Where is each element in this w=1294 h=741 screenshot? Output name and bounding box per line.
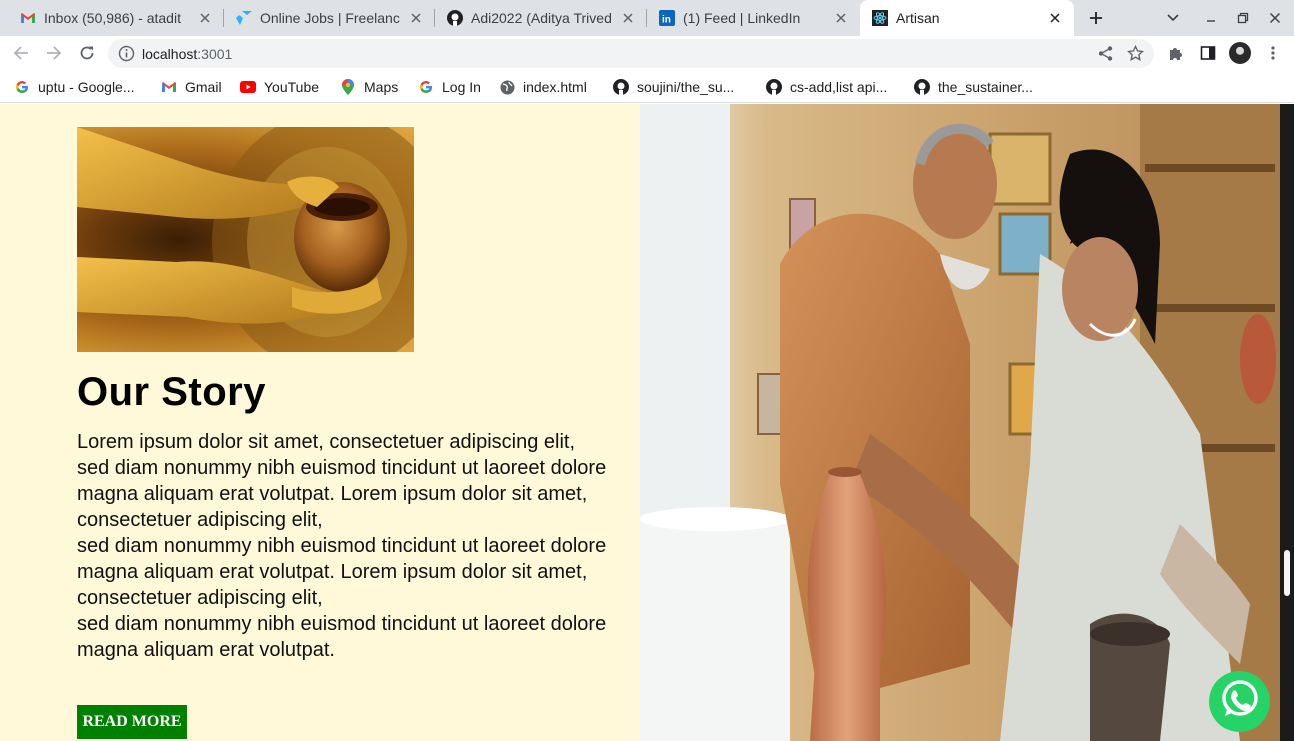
address-bar[interactable]: localhost:3001 [108,39,1154,68]
bookmark-label: the_sustainer... [938,79,1033,95]
our-story-section: Our Story Lorem ipsum dolor sit amet, co… [0,104,640,741]
github-icon [766,79,782,95]
story-paragraph: sed diam nonummy nibh euismod tincidunt … [77,613,607,661]
close-tab-icon[interactable] [407,9,425,27]
minimize-icon[interactable] [1200,7,1222,29]
close-tab-icon[interactable] [1046,9,1064,27]
github-icon [613,79,629,95]
youtube-icon [240,79,256,95]
maps-icon [340,79,356,95]
tab-freelancer[interactable]: Online Jobs | Freelanc [224,0,435,36]
tab-strip: Inbox (50,986) - atadit Online Jobs | Fr… [0,0,1294,36]
tab-title: Adi2022 (Aditya Trived [471,10,612,26]
scrollbar-thumb[interactable] [1284,550,1290,596]
close-tab-icon[interactable] [832,9,850,27]
gmail-icon [20,10,36,26]
whatsapp-icon [1217,676,1263,727]
google-icon [14,79,30,95]
bookmark-sustainer[interactable]: the_sustainer... [914,77,1033,97]
bookmark-uptu[interactable]: uptu - Google... [14,77,135,97]
close-tab-icon[interactable] [619,9,637,27]
artisans-photo [640,104,1280,741]
tab-artisan[interactable]: Artisan [860,0,1074,36]
github-icon [914,79,930,95]
reload-icon[interactable] [75,41,99,65]
bookmark-youtube[interactable]: YouTube [240,77,319,97]
story-paragraph: sed diam nonummy nibh euismod tincidunt … [77,535,607,609]
bookmark-label: Log In [442,79,481,95]
tab-title: Artisan [896,10,940,26]
read-more-button[interactable]: READ MORE [77,705,187,739]
freelancer-icon [236,10,252,26]
site-info-icon[interactable] [118,45,135,62]
story-paragraph: sed diam nonummy nibh euismod tincidunt … [77,457,607,531]
url-host: localhost [142,46,198,62]
page-viewport: Our Story Lorem ipsum dolor sit amet, co… [0,104,1294,741]
linkedin-icon: in [659,10,675,26]
bookmark-cs-add[interactable]: cs-add,list api... [766,77,887,97]
tab-title: (1) Feed | LinkedIn [683,10,801,26]
bookmark-maps[interactable]: Maps [340,77,398,97]
page-title: Our Story [77,370,266,414]
tab-gmail[interactable]: Inbox (50,986) - atadit [8,0,224,36]
bookmark-label: index.html [523,79,587,95]
bookmark-label: cs-add,list api... [790,79,888,95]
bookmark-label: uptu - Google... [38,79,135,95]
extensions-puzzle-icon[interactable] [1166,43,1186,63]
globe-icon [499,79,515,95]
tab-title: Inbox (50,986) - atadit [44,10,181,26]
bookmark-index[interactable]: index.html [499,77,587,97]
react-icon [872,10,888,26]
bookmark-gmail[interactable]: Gmail [161,77,222,97]
bookmark-label: soujini/the_su... [637,79,735,95]
side-panel-icon[interactable] [1198,43,1218,63]
bookmarks-bar: uptu - Google... Gmail YouTube Maps Log … [0,70,1294,103]
browser-toolbar: localhost:3001 [0,36,1294,70]
url-text: localhost:3001 [142,46,232,62]
new-tab-button[interactable] [1085,7,1107,29]
pottery-hands-image [77,127,414,352]
tab-linkedin[interactable]: in (1) Feed | LinkedIn [647,0,860,36]
tab-search-chevron-icon[interactable] [1162,7,1184,29]
bookmark-label: Maps [364,79,399,95]
forward-arrow-icon[interactable] [42,41,66,65]
tab-github[interactable]: Adi2022 (Aditya Trived [435,0,647,36]
bookmark-star-icon[interactable] [1127,44,1144,62]
close-tab-icon[interactable] [196,9,214,27]
bookmark-label: YouTube [264,79,320,95]
story-body: Lorem ipsum dolor sit amet, consectetuer… [77,429,632,663]
whatsapp-chat-button[interactable] [1209,671,1270,732]
back-arrow-icon[interactable] [9,41,33,65]
bookmark-label: Gmail [185,79,222,95]
story-paragraph: Lorem ipsum dolor sit amet, consectetuer… [77,431,576,453]
github-icon [447,10,463,26]
share-icon[interactable] [1097,45,1114,62]
kebab-menu-icon[interactable] [1263,43,1283,63]
svg-text:in: in [662,15,671,26]
bookmark-login[interactable]: Log In [418,77,481,97]
close-window-icon[interactable] [1264,7,1286,29]
restore-icon[interactable] [1232,7,1254,29]
gmail-icon [161,79,177,95]
url-port: :3001 [197,46,233,62]
scrollbar-track[interactable] [1280,104,1294,741]
profile-avatar[interactable] [1229,42,1251,64]
bookmark-soujini[interactable]: soujini/the_su... [613,77,734,97]
tab-title: Online Jobs | Freelanc [260,10,400,26]
google-icon [418,79,434,95]
